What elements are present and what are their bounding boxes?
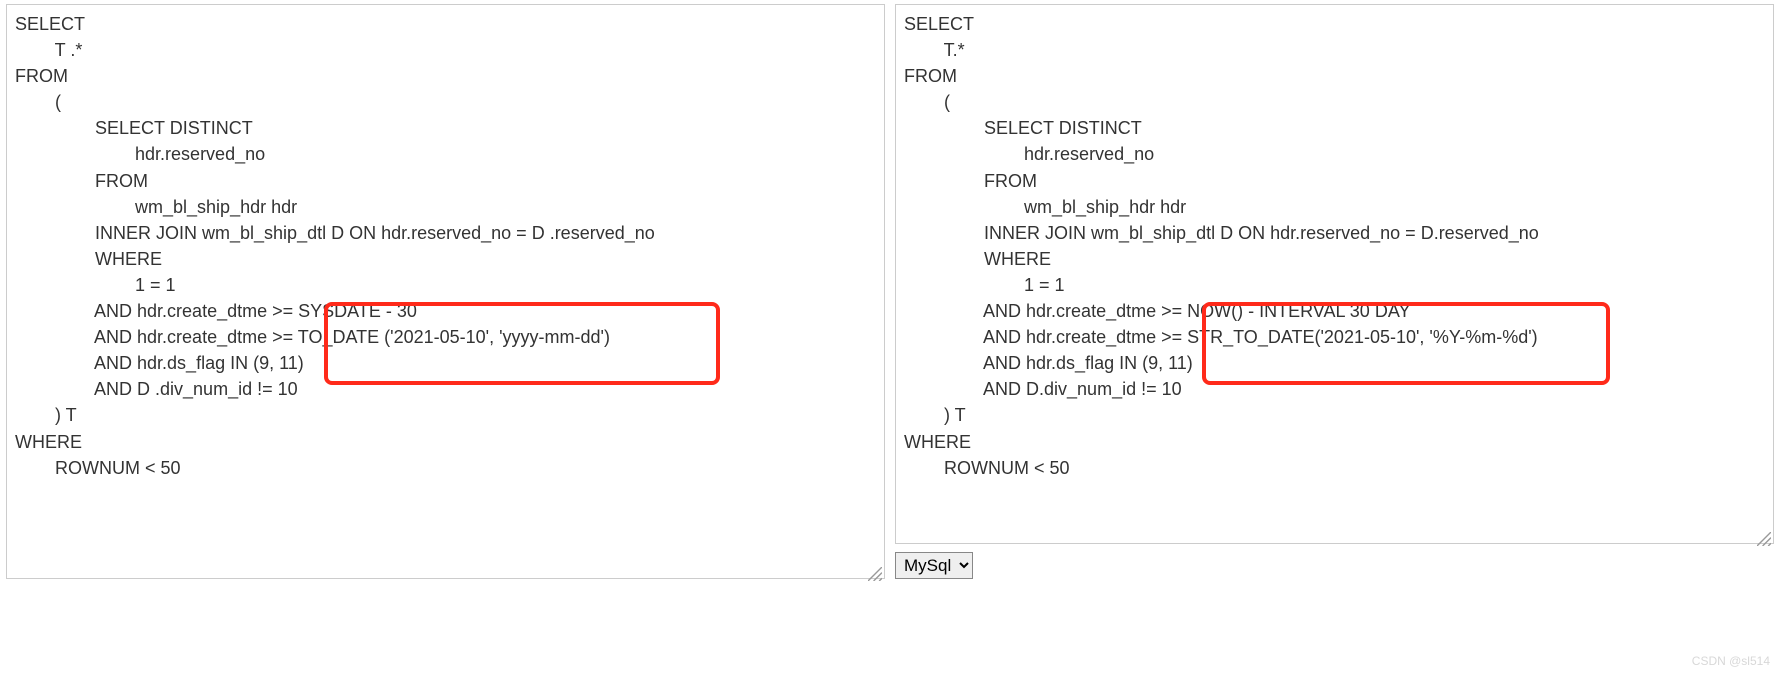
sql-panel-left: SELECT T .* FROM ( SELECT DISTINCT hdr.r…: [6, 4, 885, 579]
dialect-select-wrap: MySql: [895, 552, 1774, 579]
resize-handle-icon[interactable]: [868, 562, 882, 576]
watermark-text: CSDN @sl514: [1692, 653, 1770, 670]
sql-text-left[interactable]: SELECT T .* FROM ( SELECT DISTINCT hdr.r…: [15, 11, 876, 481]
sql-panel-right: SELECT T.* FROM ( SELECT DISTINCT hdr.re…: [895, 4, 1774, 544]
sql-text-right[interactable]: SELECT T.* FROM ( SELECT DISTINCT hdr.re…: [904, 11, 1765, 481]
dialect-select[interactable]: MySql: [895, 552, 973, 579]
resize-handle-icon[interactable]: [1757, 527, 1771, 541]
